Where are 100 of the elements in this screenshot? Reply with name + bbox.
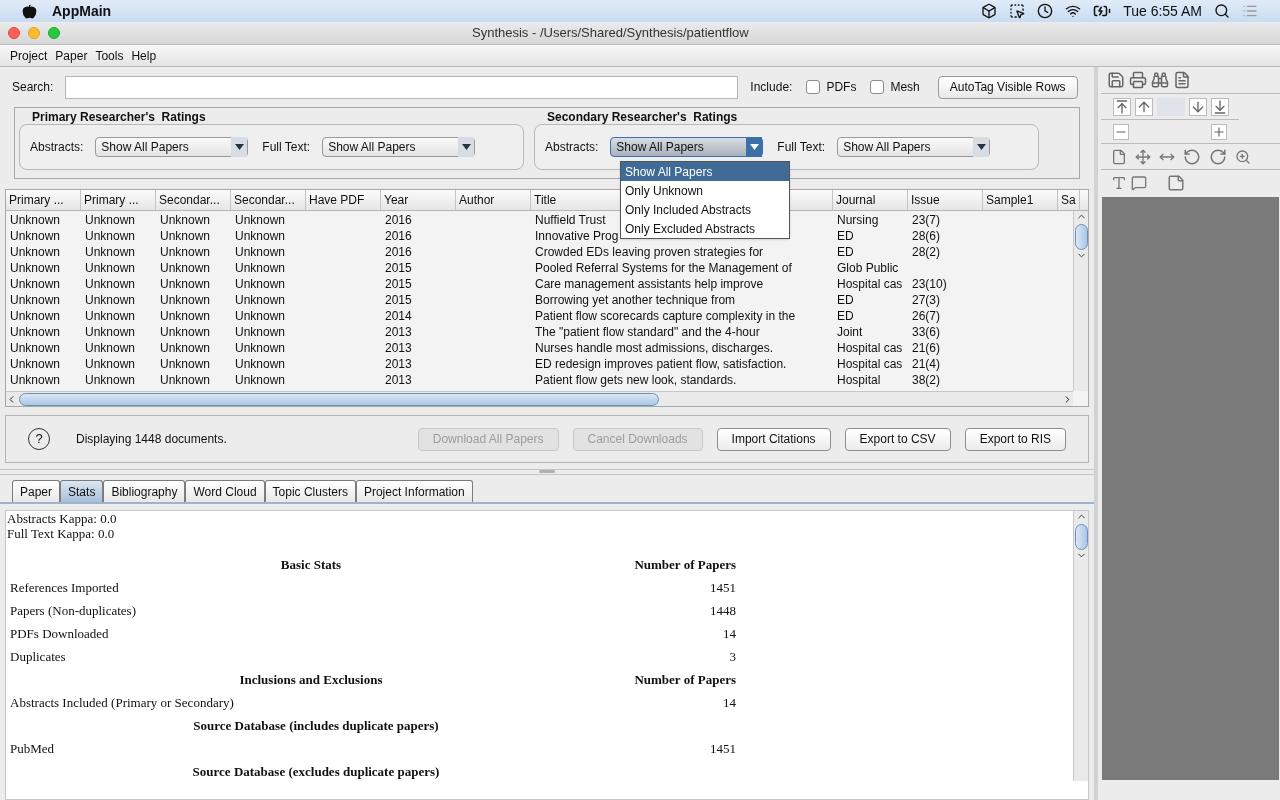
dropdown-option[interactable]: Only Unknown xyxy=(621,181,789,200)
tab[interactable]: Word Cloud xyxy=(185,480,265,502)
column-header[interactable]: Year xyxy=(381,190,456,210)
table-cell: Unknown xyxy=(10,229,61,243)
table-cell: Unknown xyxy=(85,245,136,259)
column-header[interactable]: Issue xyxy=(908,190,983,210)
checkbox-label[interactable]: Mesh xyxy=(890,78,920,96)
filter-dropdown[interactable]: Show All Papers xyxy=(95,137,249,157)
table-cell: Unknown xyxy=(235,229,286,243)
filter-label: Abstracts: xyxy=(30,139,84,156)
app-name[interactable]: AppMain xyxy=(52,0,112,22)
stats-label: PubMed xyxy=(9,739,56,758)
table-cell: 2015 xyxy=(385,277,412,291)
tab[interactable]: Topic Clusters xyxy=(264,480,356,502)
menu-item[interactable]: Paper xyxy=(55,46,88,65)
include-label: Include: xyxy=(750,79,793,96)
table-cell: Unknown xyxy=(10,341,61,355)
checkbox-label[interactable]: PDFs xyxy=(826,78,857,96)
stats-label: References Imported xyxy=(9,578,120,597)
column-header[interactable]: Author xyxy=(456,190,531,210)
column-header[interactable]: Have PDF xyxy=(306,190,381,210)
menu-item[interactable]: Project xyxy=(10,46,48,65)
table-cell: Unknown xyxy=(85,373,136,387)
stats-heading: Number of Papers xyxy=(633,670,736,689)
table-cell: Unknown xyxy=(235,373,286,387)
table-cell: Unknown xyxy=(235,293,286,307)
table-cell: Unknown xyxy=(10,325,61,339)
column-header[interactable]: Sa xyxy=(1058,190,1080,210)
dropdown-option[interactable]: Only Excluded Abstracts xyxy=(621,219,789,238)
table-cell: 23(10) xyxy=(912,277,947,291)
table-cell: Unknown xyxy=(235,357,286,371)
table-cell: Unknown xyxy=(10,261,61,275)
menu-bar-clock[interactable]: Tue 6:55 AM xyxy=(1123,0,1202,22)
table-cell: Unknown xyxy=(235,261,286,275)
table-cell: Unknown xyxy=(160,309,211,323)
action-button[interactable]: Export to CSV xyxy=(844,427,951,451)
table-cell: Joint xyxy=(837,325,863,339)
table-cell: Pooled Referral Systems for the Management of xyxy=(535,261,792,275)
stats-value: 14 xyxy=(722,693,736,712)
group-title: Primary Researcher's Ratings xyxy=(32,109,207,124)
tab[interactable]: Paper xyxy=(12,480,61,502)
table-cell: Patient flow scorecards capture complexity in the xyxy=(535,309,796,323)
table-cell: ED xyxy=(837,229,854,243)
table-cell: Patient flow gets new look, standards. xyxy=(535,373,737,387)
action-button[interactable]: Export to RIS xyxy=(964,427,1066,451)
dropdown-option[interactable]: Show All Papers xyxy=(621,162,789,181)
dropdown-option[interactable]: Only Included Abstracts xyxy=(621,200,789,219)
table-cell: Unknown xyxy=(160,373,211,387)
table-cell: Unknown xyxy=(10,373,61,387)
tab[interactable]: Stats xyxy=(60,480,104,502)
stats-value: 1448 xyxy=(709,601,736,620)
tab[interactable]: Bibliography xyxy=(103,480,186,502)
table-cell: The "patient flow standard" and the 4-hour xyxy=(535,325,760,339)
table-cell: 2015 xyxy=(385,261,412,275)
filter-dropdown[interactable]: Show All Papers xyxy=(610,137,764,157)
table-cell: ED xyxy=(837,245,854,259)
tab[interactable]: Project Information xyxy=(355,480,473,502)
table-cell: Unknown xyxy=(235,245,286,259)
search-label: Search: xyxy=(12,79,54,96)
table-cell: Unknown xyxy=(160,277,211,291)
filter-dropdown[interactable]: Show All Papers xyxy=(322,137,476,157)
column-header[interactable]: Primary ... xyxy=(6,190,81,210)
table-cell: 38(2) xyxy=(912,373,940,387)
table-cell: Unknown xyxy=(10,277,61,291)
table-cell: Unknown xyxy=(235,325,286,339)
action-button[interactable]: Import Citations xyxy=(716,427,831,451)
table-cell: 2015 xyxy=(385,293,412,307)
column-header[interactable]: Journal xyxy=(833,190,908,210)
table-cell: ED xyxy=(837,293,854,307)
table-cell: 33(6) xyxy=(912,325,940,339)
column-header[interactable]: Secondar... xyxy=(156,190,231,210)
table-cell: 2016 xyxy=(385,229,412,243)
table-cell: 2016 xyxy=(385,213,412,227)
table-cell: Unknown xyxy=(160,293,211,307)
filter-dropdown[interactable]: Show All Papers xyxy=(837,137,991,157)
table-cell: Unknown xyxy=(160,341,211,355)
kappa-line: Full Text Kappa: 0.0 xyxy=(6,526,116,541)
table-cell: Unknown xyxy=(85,357,136,371)
autotag-button[interactable]: AutoTag Visible Rows xyxy=(937,75,1078,99)
stats-value: 1451 xyxy=(709,739,736,758)
document-count: Displaying 1448 documents. xyxy=(76,431,227,448)
table-cell: Unknown xyxy=(235,309,286,323)
stats-value: 1451 xyxy=(709,578,736,597)
stats-label: Duplicates xyxy=(9,647,67,666)
column-header[interactable]: Secondar... xyxy=(231,190,306,210)
table-cell: 2013 xyxy=(385,341,412,355)
table-cell: Unknown xyxy=(160,325,211,339)
table-cell: Nurses handle most admissions, discharges. xyxy=(535,341,774,355)
table-cell: Unknown xyxy=(85,213,136,227)
table-cell: Care management assistants help improve xyxy=(535,277,764,291)
stats-heading: Number of Papers xyxy=(633,555,736,574)
group-title: Secondary Researcher's Ratings xyxy=(547,109,739,124)
table-cell: Unknown xyxy=(85,293,136,307)
table-cell: 2014 xyxy=(385,309,412,323)
table-cell: 28(2) xyxy=(912,245,940,259)
menu-item[interactable]: Help xyxy=(131,46,157,65)
menu-item[interactable]: Tools xyxy=(95,46,124,65)
window-title: Synthesis - /Users/Shared/Synthesis/patientflow xyxy=(472,24,749,43)
column-header[interactable]: Primary ... xyxy=(81,190,156,210)
column-header[interactable]: Sample1 xyxy=(983,190,1058,210)
